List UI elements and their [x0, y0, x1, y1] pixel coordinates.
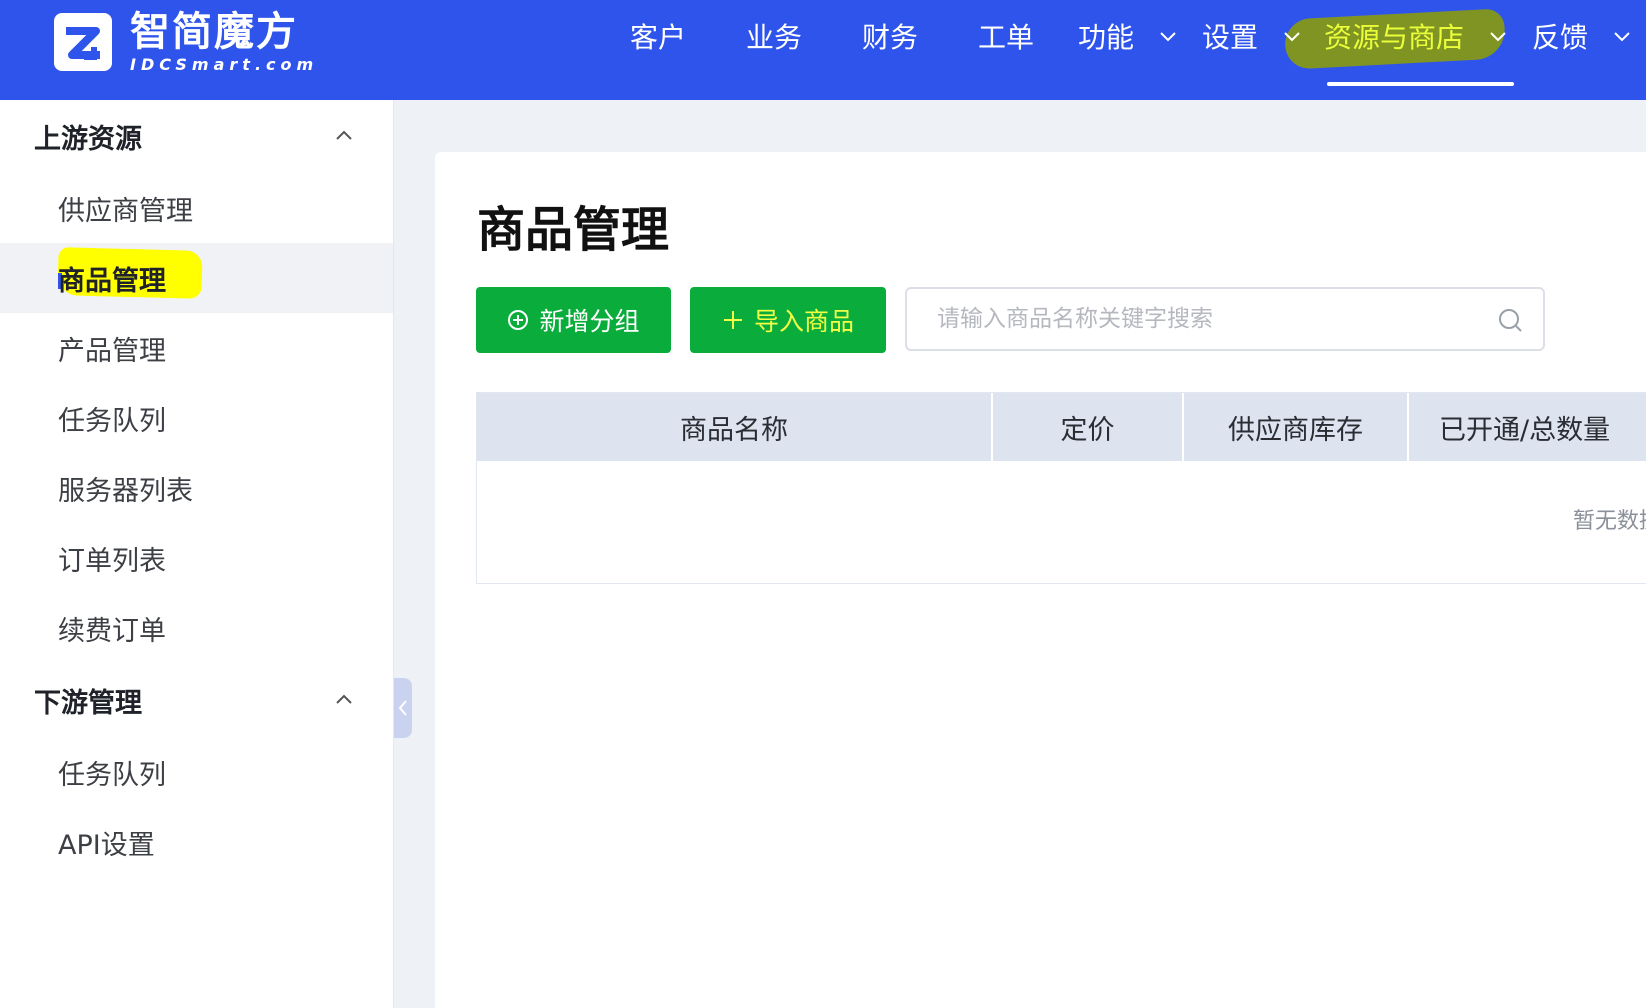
column-header-goods-name[interactable]: 商品名称 — [477, 393, 993, 461]
nav-settings[interactable]: 设置 — [1202, 14, 1302, 58]
column-header-activated-total[interactable]: 已开通/总数量 — [1409, 393, 1646, 461]
sidebar-item-order-list[interactable]: 订单列表 — [0, 523, 393, 593]
search-input[interactable] — [937, 306, 1477, 332]
sidebar-item-downstream-task-queue[interactable]: 任务队列 — [0, 737, 393, 807]
sidebar-item-task-queue[interactable]: 任务队列 — [0, 383, 393, 453]
chevron-down-icon — [1614, 32, 1630, 42]
nav-feedback[interactable]: 反馈 — [1532, 14, 1632, 58]
logo[interactable]: 智简魔方 IDCSmart.com — [52, 10, 318, 74]
chevron-down-icon — [1284, 32, 1300, 42]
top-navigation-bar: 智简魔方 IDCSmart.com 客户 业务 财务 工单 功能 设置 资源与商… — [0, 0, 1646, 100]
chevron-left-icon — [398, 700, 407, 716]
nav-resources-store[interactable]: 资源与商店 — [1324, 14, 1508, 58]
sidebar: 上游资源 供应商管理 商品管理 产品管理 任务队列 服务器列表 订单列表 续费订… — [0, 100, 394, 1008]
chevron-up-icon — [336, 130, 352, 140]
sidebar-item-product-management[interactable]: 产品管理 — [0, 313, 393, 383]
chevron-down-icon — [1160, 32, 1176, 42]
import-goods-button[interactable]: 导入商品 — [690, 287, 886, 353]
nav-finance[interactable]: 财务 — [862, 14, 918, 58]
sidebar-item-supplier-management[interactable]: 供应商管理 — [0, 173, 393, 243]
main-card: 商品管理 新增分组 导入商品 商品名称 定价 供应商库存 已开通/总数量 暂无数… — [435, 152, 1646, 1008]
plus-circle-icon — [508, 310, 529, 330]
nav-ticket[interactable]: 工单 — [978, 14, 1034, 58]
column-header-price[interactable]: 定价 — [993, 393, 1184, 461]
goods-table: 商品名称 定价 供应商库存 已开通/总数量 暂无数据 — [476, 392, 1646, 584]
add-group-button[interactable]: 新增分组 — [476, 287, 671, 353]
page-title: 商品管理 — [477, 202, 670, 258]
search-icon[interactable] — [1497, 307, 1523, 333]
nav-business[interactable]: 业务 — [746, 14, 802, 58]
sidebar-collapse-handle[interactable] — [394, 678, 412, 738]
sidebar-group-upstream[interactable]: 上游资源 — [34, 116, 354, 156]
nav-active-indicator — [1327, 82, 1514, 86]
table-empty-text: 暂无数据 — [1573, 509, 1646, 534]
sidebar-item-goods-management[interactable]: 商品管理 — [0, 243, 393, 313]
column-header-supplier-stock[interactable]: 供应商库存 — [1184, 393, 1409, 461]
table-header: 商品名称 定价 供应商库存 已开通/总数量 — [477, 393, 1646, 461]
chevron-down-icon — [1490, 32, 1506, 42]
sidebar-item-renewal-orders[interactable]: 续费订单 — [0, 593, 393, 663]
chevron-up-icon — [336, 694, 352, 704]
plus-icon — [723, 311, 742, 329]
nav-customer[interactable]: 客户 — [630, 14, 686, 58]
logo-text-en: IDCSmart.com — [130, 55, 319, 74]
search-box — [905, 287, 1545, 351]
logo-mark-icon — [54, 13, 112, 71]
sidebar-item-server-list[interactable]: 服务器列表 — [0, 453, 393, 523]
sidebar-group-downstream[interactable]: 下游管理 — [34, 680, 354, 720]
sidebar-item-api-settings[interactable]: API设置 — [0, 807, 393, 877]
nav-features[interactable]: 功能 — [1078, 14, 1178, 58]
logo-text-cn: 智简魔方 — [130, 9, 298, 55]
